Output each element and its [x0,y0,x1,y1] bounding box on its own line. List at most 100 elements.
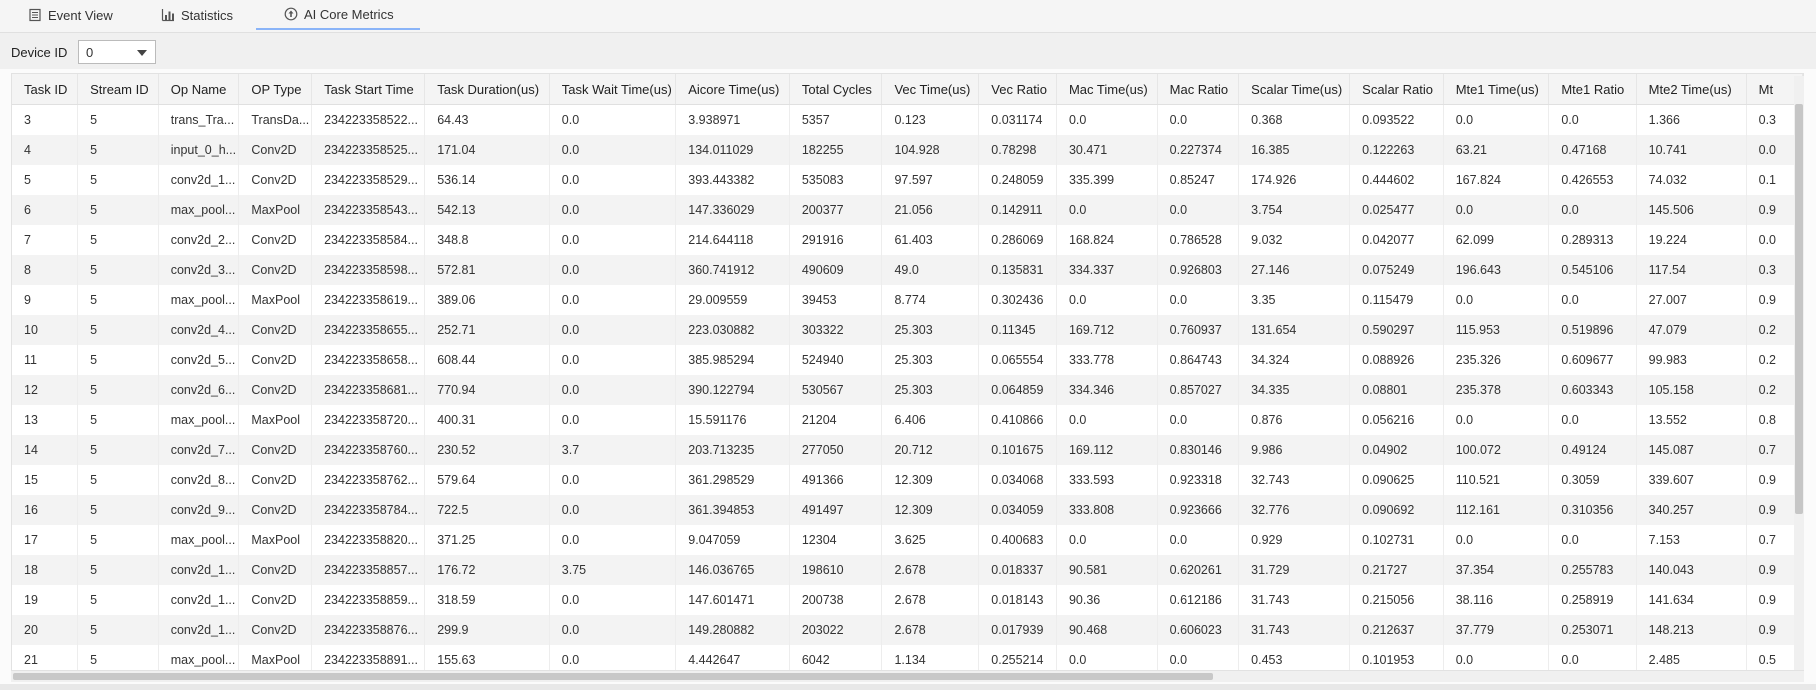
vertical-scrollbar[interactable] [1794,76,1804,670]
table-row[interactable]: 4 5 input_0_h... Conv2D 234223358525... 171.0… [12,135,1803,165]
table-cell: 15 [12,465,79,495]
table-row[interactable]: 6 5 max_pool... MaxPool 234223358543... 542.1… [12,195,1803,225]
column-header[interactable]: Task Wait Time(us) [549,74,677,105]
table-cell: 393.443382 [675,165,790,195]
device-id-select[interactable]: 0 [78,40,156,64]
column-header[interactable]: Task Duration(us) [424,74,550,105]
table-cell: 491497 [789,495,883,525]
vertical-scroll-thumb[interactable] [1795,104,1803,514]
table-cell: 491366 [789,465,883,495]
column-header[interactable]: Total Cycles [789,74,883,105]
tab-statistics[interactable]: Statistics [161,0,233,30]
table-row[interactable]: 15 5 conv2d_8... Conv2D 234223358762... 579.6… [12,465,1803,495]
table-row[interactable]: 13 5 max_pool... MaxPool 234223358720... 400.… [12,405,1803,435]
column-header[interactable]: Vec Ratio [978,74,1057,105]
column-header[interactable]: Scalar Ratio [1349,74,1444,105]
table-cell: 31.743 [1238,585,1351,615]
tab-label: AI Core Metrics [304,6,394,22]
table-cell: 0.302436 [978,285,1057,315]
table-cell: 0.123 [881,104,980,135]
table-cell: 4 [12,135,79,165]
table-cell: conv2d_9... [158,495,240,525]
column-header[interactable]: OP Type [238,74,313,105]
table-row[interactable]: 7 5 conv2d_2... Conv2D 234223358584... 348.8 0… [12,225,1803,255]
table-cell: 30.471 [1056,135,1158,165]
table-cell: 3.35 [1238,285,1351,315]
table-cell: 9 [12,285,79,315]
table-cell: 0.0 [549,375,677,405]
table-cell: 16.385 [1238,135,1351,165]
horizontal-scrollbar[interactable] [11,671,1804,682]
table-cell: 32.743 [1238,465,1351,495]
table-body: 3 5 trans_Tra... TransDa... 234223358522... 6… [12,104,1803,670]
table-row[interactable]: 20 5 conv2d_1... Conv2D 234223358876... 299.9… [12,615,1803,645]
chevron-down-icon [137,50,147,56]
table-cell: MaxPool [238,645,313,670]
table-row[interactable]: 17 5 max_pool... MaxPool 234223358820... 371.… [12,525,1803,555]
column-header[interactable]: Stream ID [77,74,159,105]
table-cell: 63.21 [1443,135,1550,165]
table-row[interactable]: 11 5 conv2d_5... Conv2D 234223358658... 608.4… [12,345,1803,375]
table-cell: 7 [12,225,79,255]
table-cell: 0.065554 [978,345,1057,375]
table-cell: Conv2D [238,585,313,615]
table-row[interactable]: 10 5 conv2d_4... Conv2D 234223358655... 252.7… [12,315,1803,345]
column-header[interactable]: Op Name [158,74,240,105]
table-cell: 39453 [789,285,883,315]
tab-event-view[interactable]: Event View [28,0,113,30]
column-header[interactable]: Mte1 Ratio [1548,74,1637,105]
table-cell: 0.545106 [1548,255,1637,285]
table-row[interactable]: 3 5 trans_Tra... TransDa... 234223358522... 6… [12,104,1803,135]
table-row[interactable]: 8 5 conv2d_3... Conv2D 234223358598... 572.81… [12,255,1803,285]
column-header[interactable]: Task Start Time [311,74,426,105]
table-row[interactable]: 16 5 conv2d_9... Conv2D 234223358784... 722.5… [12,495,1803,525]
column-header[interactable]: Aicore Time(us) [675,74,790,105]
table-cell: 10 [12,315,79,345]
table-cell: 5 [77,104,159,135]
table-cell: 0.258919 [1548,585,1637,615]
table-cell: 7.153 [1636,525,1747,555]
table-row[interactable]: 21 5 max_pool... MaxPool 234223358891... 155.… [12,645,1803,670]
table-cell: 0.310356 [1548,495,1637,525]
horizontal-scroll-thumb[interactable] [13,673,1213,680]
table-cell: 234223358720... [311,405,426,435]
table-cell: 0.115479 [1349,285,1444,315]
table-row[interactable]: 14 5 conv2d_7... Conv2D 234223358760... 230.5… [12,435,1803,465]
table-cell: 0.368 [1238,104,1351,135]
table-cell: 5 [77,405,159,435]
table-cell: 0.101953 [1349,645,1444,670]
table-cell: 0.0 [1157,525,1240,555]
table-cell: Conv2D [238,165,313,195]
column-header[interactable]: Mte1 Time(us) [1443,74,1550,105]
table-cell: 0.0 [1548,285,1637,315]
table-cell: 0.0 [1056,645,1158,670]
table-cell: conv2d_8... [158,465,240,495]
table-cell: 389.06 [424,285,550,315]
table-cell: 0.031174 [978,104,1057,135]
upload-circle-icon [284,7,298,21]
metrics-table: Task ID Stream ID Op Name OP Type Task Start… [12,74,1803,670]
table-row[interactable]: 12 5 conv2d_6... Conv2D 234223358681... 770.9… [12,375,1803,405]
table-cell: MaxPool [238,525,313,555]
column-header[interactable]: Mac Time(us) [1056,74,1158,105]
column-header[interactable]: Mte2 Time(us) [1636,74,1747,105]
table-row[interactable]: 5 5 conv2d_1... Conv2D 234223358529... 536.14… [12,165,1803,195]
table-row[interactable]: 18 5 conv2d_1... Conv2D 234223358857... 176.7… [12,555,1803,585]
table-cell: 0.876 [1238,405,1351,435]
column-header[interactable]: Mac Ratio [1157,74,1240,105]
column-header[interactable]: Vec Time(us) [881,74,980,105]
tab-ai-core-metrics[interactable]: AI Core Metrics [256,0,420,30]
table-cell: 3 [12,104,79,135]
table-cell: Conv2D [238,555,313,585]
table-cell: 29.009559 [675,285,790,315]
table-cell: 0.286069 [978,225,1057,255]
table-cell: 0.0 [1157,645,1240,670]
table-cell: 12.309 [881,465,980,495]
table-cell: 5357 [789,104,883,135]
column-header[interactable]: Scalar Time(us) [1238,74,1351,105]
column-header[interactable]: Task ID [12,74,79,105]
table-cell: 277050 [789,435,883,465]
table-cell: 5 [12,165,79,195]
table-row[interactable]: 19 5 conv2d_1... Conv2D 234223358859... 318.5… [12,585,1803,615]
table-row[interactable]: 9 5 max_pool... MaxPool 234223358619... 389.0… [12,285,1803,315]
